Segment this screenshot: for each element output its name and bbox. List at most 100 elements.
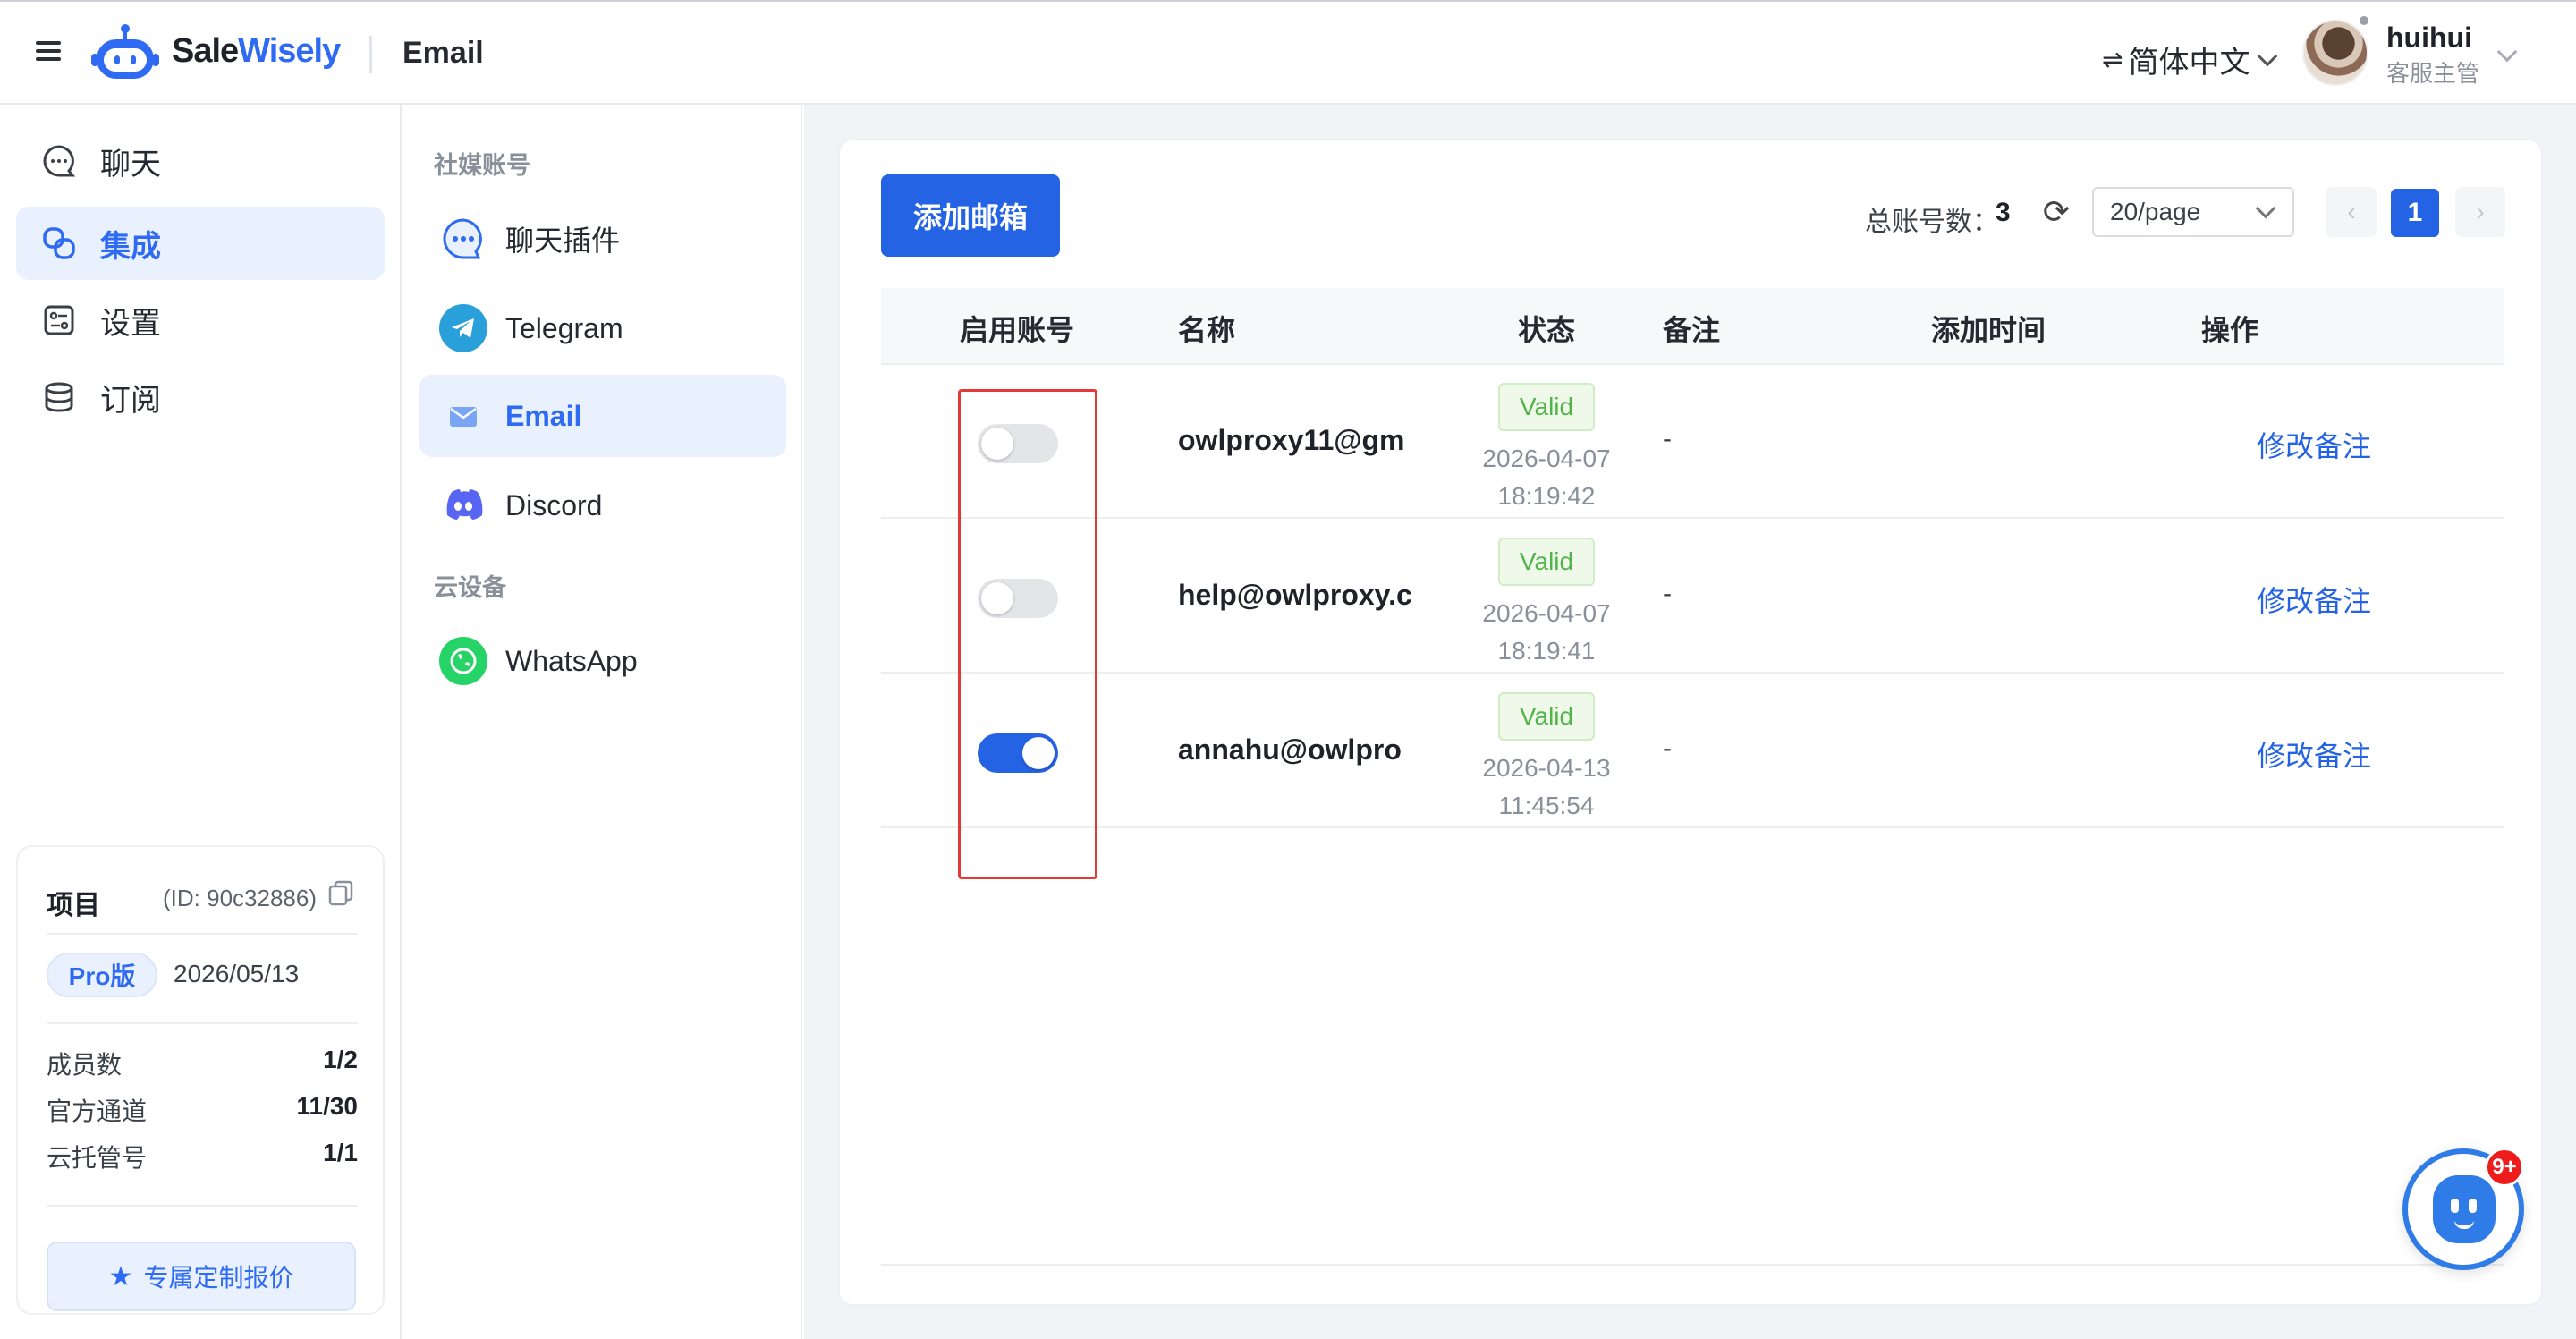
integration-sidebar: 社媒账号 聊天插件 Telegram Email Discord 云设备 Wha… [403,105,802,1339]
section-cloud-devices: 云设备 [434,574,506,601]
telegram-icon [439,304,487,352]
online-status-dot [2358,14,2370,27]
account-email: owlproxy11@gm [1178,424,1405,456]
integration-item-label: WhatsApp [505,644,638,677]
integration-item-telegram[interactable]: Telegram [419,287,786,369]
integration-item-label: Discord [505,488,603,521]
user-name[interactable]: huihui [2386,21,2472,55]
add-email-button[interactable]: 添加邮箱 [881,174,1060,257]
column-header-action: 操作 [2201,314,2259,346]
note-value: - [1663,733,1672,763]
next-page-button[interactable]: › [2455,187,2505,237]
integration-item-label: 聊天插件 [505,225,621,257]
table-row: help@owlproxy.c Valid 2026-04-07 18:19:41… [881,520,2504,674]
language-selector[interactable]: ⇌ 简体中文 [2102,38,2278,81]
column-header-note: 备注 [1663,314,1721,346]
star-icon: ★ [108,1261,133,1292]
user-avatar[interactable] [2302,20,2368,86]
page-title: Email [402,36,484,70]
email-accounts-card: 添加邮箱 总账号数： 3 ⟳ 20/page ‹ 1 › 启用账号 名称 状态 … [838,139,2543,1306]
discord-icon [439,481,487,530]
table-row: annahu@owlpro Valid 2026-04-13 11:45:54 -… [881,674,2504,828]
project-title: 项目 [47,891,100,920]
table-header: 启用账号 名称 状态 备注 添加时间 操作 [881,288,2504,365]
column-header-added-time: 添加时间 [1931,314,2046,346]
chevron-down-icon [2258,46,2278,66]
sidebar-item-label: 订阅 [100,383,161,418]
stat-members: 成员数 1/2 [47,1046,358,1079]
divider [47,1022,358,1024]
section-social-accounts: 社媒账号 [434,152,530,179]
note-value: - [1663,424,1672,453]
edit-note-link[interactable]: 修改备注 [2257,733,2371,775]
sidebar-item-label: 聊天 [100,147,161,182]
column-header-status: 状态 [1518,314,1576,346]
notification-badge: 9+ [2485,1148,2524,1187]
chevron-down-icon [2255,198,2276,219]
sidebar-item-label: 设置 [100,306,161,341]
column-header-enabled: 启用账号 [960,314,1075,346]
sidebar-item-integration[interactable]: 集成 [16,207,385,280]
salewisely-logo-icon [91,24,159,79]
translate-icon: ⇌ [2102,46,2123,73]
user-menu-chevron-icon[interactable] [2496,41,2518,63]
copy-icon[interactable] [327,879,354,906]
edit-note-link[interactable]: 修改备注 [2257,424,2371,465]
integration-item-whatsapp[interactable]: WhatsApp [419,620,786,702]
sidebar-item-settings[interactable]: 设置 [16,284,385,357]
header-divider [369,36,372,73]
integration-item-email[interactable]: Email [419,375,786,457]
stat-official-channels: 官方通道 11/30 [47,1092,358,1125]
hamburger-menu-icon[interactable] [36,41,61,64]
page-number-current[interactable]: 1 [2391,189,2439,237]
email-icon [439,392,487,440]
edit-note-link[interactable]: 修改备注 [2257,579,2371,620]
highlight-box [958,389,1097,879]
sidebar-item-label: 集成 [100,229,161,264]
support-agent-icon [2433,1175,2496,1243]
language-label: 简体中文 [2128,46,2250,80]
custom-quote-button[interactable]: ★ 专属定制报价 [47,1242,356,1311]
note-value: - [1663,579,1672,608]
settings-icon [41,302,77,338]
column-header-name: 名称 [1178,314,1236,346]
chat-plugin-icon [439,215,487,263]
main-sidebar: 聊天 集成 设置 订阅 项目 (ID: 90c32886) Pro版 2026/… [0,105,402,1339]
chat-icon [41,143,77,179]
brand-name: SaleWisely [172,32,341,70]
added-time: 2026-04-13 11:45:54 [1482,754,1611,819]
project-id: (ID: 90c32886) [163,885,317,911]
integration-item-chat-plugin[interactable]: 聊天插件 [419,198,786,280]
sidebar-item-subscription[interactable]: 订阅 [16,360,385,434]
status-badge: Valid [1498,383,1595,431]
plan-expiry-date: 2026/05/13 [174,960,300,987]
plan-badge: Pro版 [47,953,157,997]
project-card: 项目 (ID: 90c32886) Pro版 2026/05/13 成员数 1/2… [16,845,385,1315]
custom-quote-label: 专属定制报价 [143,1264,294,1292]
account-email: annahu@owlpro [1178,733,1402,766]
account-email: help@owlproxy.c [1178,579,1412,611]
integration-item-label: Email [505,399,582,432]
prev-page-button[interactable]: ‹ [2326,187,2377,237]
integration-icon [41,225,77,261]
whatsapp-icon [439,637,487,685]
subscription-icon [41,379,77,415]
integration-item-label: Telegram [505,311,623,344]
app-root: SaleWisely Email ⇌ 简体中文 huihui 客服主管 聊天 集… [0,0,2576,1339]
table-footer-divider [881,1264,2504,1266]
user-role: 客服主管 [2386,60,2480,87]
integration-item-discord[interactable]: Discord [419,464,786,547]
status-badge: Valid [1498,692,1595,741]
total-accounts-value: 3 [1996,198,2011,227]
top-bar: SaleWisely Email ⇌ 简体中文 huihui 客服主管 [0,0,2576,105]
refresh-icon[interactable]: ⟳ [2038,194,2074,230]
table-row: owlproxy11@gm Valid 2026-04-07 18:19:42 -… [881,365,2504,519]
page-size-select[interactable]: 20/page [2092,187,2294,237]
sidebar-item-chat[interactable]: 聊天 [16,124,385,198]
divider [47,1205,358,1207]
added-time: 2026-04-07 18:19:41 [1482,599,1611,665]
divider [47,933,358,935]
added-time: 2026-04-07 18:19:42 [1482,445,1611,510]
page-size-value: 20/page [2110,198,2201,225]
status-badge: Valid [1498,538,1595,586]
